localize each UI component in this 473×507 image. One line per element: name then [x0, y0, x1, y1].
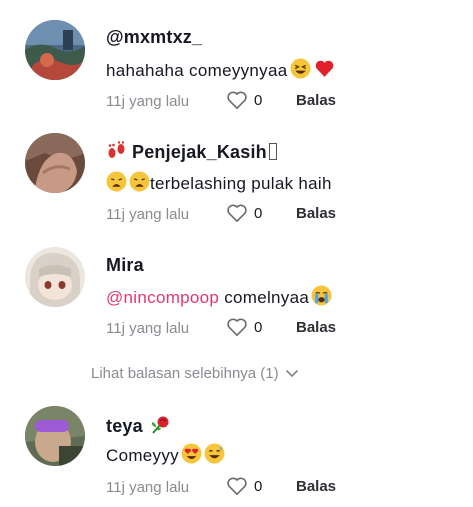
reply-button[interactable]: Balas: [296, 319, 336, 336]
like-button[interactable]: 0: [226, 317, 262, 337]
comment-text: @nincompoop comelnyaa: [106, 285, 332, 311]
heart-outline-icon: [227, 318, 247, 336]
comment-time: 11j yang lalu: [106, 320, 190, 337]
mention-link[interactable]: @nincompoop: [106, 288, 219, 307]
view-more-replies-button[interactable]: Lihat balasan selebihnya (1): [91, 365, 299, 382]
comment-body: Comeyyy: [106, 446, 179, 465]
comment-time: 11j yang lalu: [106, 93, 190, 110]
weary-face-emoji-icon: [129, 171, 150, 197]
footprints-emoji-icon: [106, 141, 128, 166]
reply-button[interactable]: Balas: [296, 205, 336, 222]
comment-time: 11j yang lalu: [106, 206, 190, 223]
laughing-squint-emoji-icon: [290, 58, 311, 84]
red-heart-emoji-icon: [314, 58, 335, 84]
username[interactable]: teya: [106, 413, 171, 440]
heart-eyes-emoji-icon: [181, 443, 202, 469]
avatar[interactable]: [25, 133, 85, 193]
like-button[interactable]: 0: [226, 90, 262, 110]
username-text: Penjejak_Kasih: [132, 142, 267, 162]
grinning-sweat-emoji-icon: [204, 443, 225, 469]
weary-face-emoji-icon: [106, 171, 127, 197]
avatar[interactable]: [25, 406, 85, 466]
username-text: teya: [106, 416, 143, 436]
like-count: 0: [254, 477, 263, 495]
heart-outline-icon: [227, 91, 247, 109]
comment-text: terbelashing pulak haih: [106, 171, 332, 197]
like-button[interactable]: 0: [226, 203, 262, 223]
like-count: 0: [254, 318, 263, 336]
comment-text: Comeyyy: [106, 443, 225, 469]
comment-body: comelnyaa: [219, 288, 310, 307]
like-count: 0: [254, 204, 263, 222]
view-more-replies-label: Lihat balasan selebihnya (1): [91, 365, 279, 382]
comment-body: hahahaha comeyynyaa: [106, 61, 288, 80]
avatar[interactable]: [25, 20, 85, 80]
comment-body: terbelashing pulak haih: [150, 174, 332, 193]
heart-outline-icon: [227, 477, 247, 495]
reply-button[interactable]: Balas: [296, 478, 336, 495]
username[interactable]: Mira: [106, 255, 144, 276]
comment-time: 11j yang lalu: [106, 479, 190, 496]
heart-outline-icon: [227, 204, 247, 222]
avatar[interactable]: [25, 247, 85, 307]
username[interactable]: @mxmtxz_: [106, 27, 202, 48]
comment-text: hahahaha comeyynyaa: [106, 58, 335, 84]
missing-glyph-icon: [268, 143, 277, 160]
rose-emoji-icon: [149, 413, 171, 440]
like-count: 0: [254, 91, 263, 109]
like-button[interactable]: 0: [226, 476, 262, 496]
username[interactable]: Penjejak_Kasih: [106, 141, 277, 166]
loudly-crying-emoji-icon: [311, 285, 332, 311]
chevron-down-icon: [285, 369, 298, 377]
reply-button[interactable]: Balas: [296, 92, 336, 109]
